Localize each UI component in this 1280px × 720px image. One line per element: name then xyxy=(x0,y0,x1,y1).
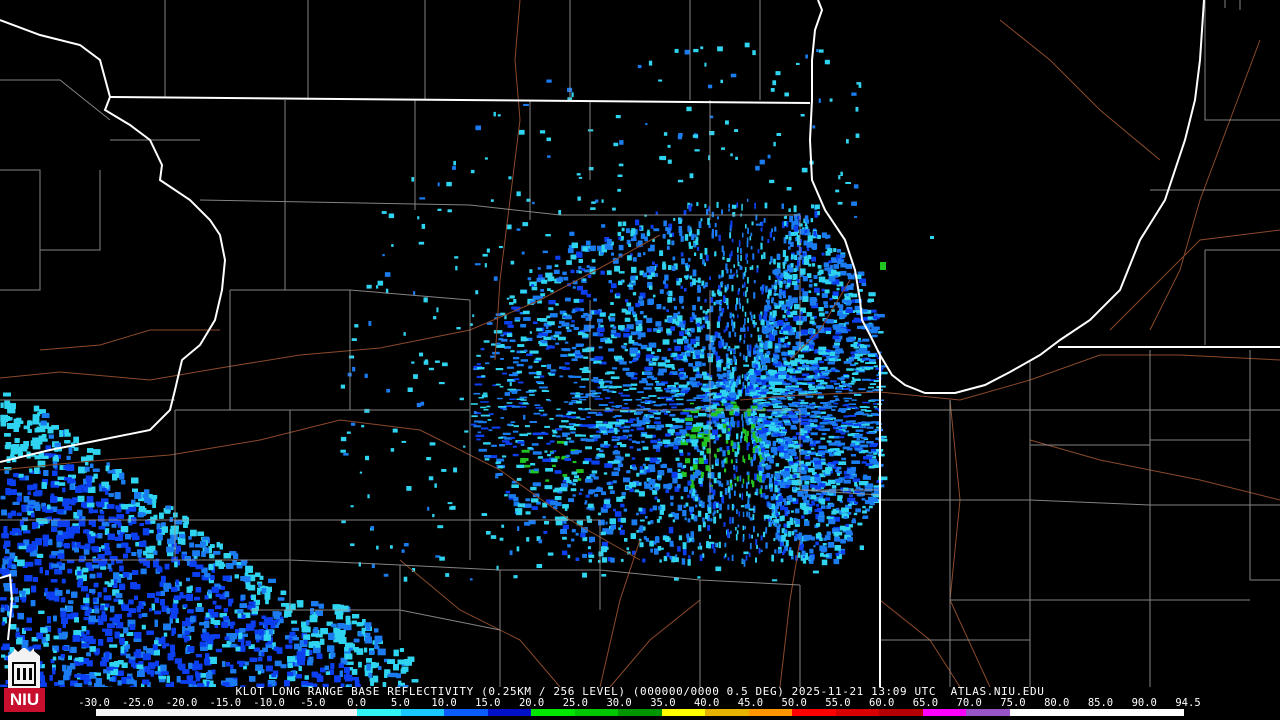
colorbar-label: -25.0 xyxy=(121,697,154,709)
colorbar-segment xyxy=(966,709,1010,716)
colorbar-label: 75.0 xyxy=(1000,697,1026,709)
colorbar-label: 45.0 xyxy=(737,697,764,709)
colorbar-label: 40.0 xyxy=(693,697,720,709)
colorbar-segment xyxy=(444,709,488,716)
colorbar-label: -20.0 xyxy=(165,697,198,709)
colorbar-segment xyxy=(661,709,706,716)
colorbar-label: -15.0 xyxy=(209,697,242,709)
colorbar-label: 94.5 xyxy=(1175,697,1201,709)
colorbar-label: 5.0 xyxy=(390,697,410,709)
colorbar-segment xyxy=(139,709,184,716)
colorbar-segment xyxy=(357,709,401,716)
colorbar-label: 65.0 xyxy=(912,697,939,709)
colorbar-label: 10.0 xyxy=(431,697,457,709)
colorbar-label: -30.0 xyxy=(78,697,110,709)
colorbar-label: 85.0 xyxy=(1087,697,1114,709)
colorbar-label: -5.0 xyxy=(300,697,326,709)
colorbar-segment xyxy=(835,709,880,716)
colorbar-label: 50.0 xyxy=(781,697,807,709)
colorbar-segment xyxy=(1053,709,1097,716)
colorbar-labels: -30.0 -25.0 -20.0 -15.0 -10.0 -5.0 0.0 5.0 10.0 1… xyxy=(78,697,1200,709)
colorbar-label: 20.0 xyxy=(518,697,545,709)
colorbar-label: 0.0 xyxy=(347,697,367,709)
colorbar-segment xyxy=(183,709,227,716)
colorbar-segment xyxy=(705,709,749,716)
colorbar-segment xyxy=(487,709,532,716)
colorbar-segment xyxy=(922,709,967,716)
colorbar-label: 55.0 xyxy=(825,697,851,709)
radar-map xyxy=(0,0,1280,720)
colorbar-segment xyxy=(270,709,314,716)
reflectivity-colorbar xyxy=(96,709,1184,716)
colorbar-label: 35.0 xyxy=(650,697,676,709)
colorbar-segment xyxy=(1096,709,1141,716)
colorbar-segment xyxy=(1140,709,1184,716)
colorbar-label: 70.0 xyxy=(956,697,982,709)
colorbar-label: 80.0 xyxy=(1044,697,1070,709)
colorbar-segment xyxy=(618,709,662,716)
colorbar-label: 25.0 xyxy=(562,697,589,709)
colorbar-segment xyxy=(879,709,923,716)
colorbar-segment xyxy=(313,709,358,716)
colorbar-segment xyxy=(96,709,140,716)
colorbar-segment xyxy=(748,709,793,716)
colorbar-label: 60.0 xyxy=(869,697,895,709)
colorbar-segment xyxy=(1009,709,1054,716)
colorbar-segment xyxy=(531,709,575,716)
colorbar-label: 30.0 xyxy=(606,697,632,709)
colorbar-label: 90.0 xyxy=(1131,697,1157,709)
colorbar-segment xyxy=(226,709,271,716)
colorbar-segment xyxy=(574,709,619,716)
colorbar-label: 15.0 xyxy=(475,697,501,709)
colorbar-segment xyxy=(400,709,445,716)
colorbar-segment xyxy=(792,709,836,716)
colorbar-label: -10.0 xyxy=(253,697,285,709)
niu-logo: NIU xyxy=(4,647,45,715)
